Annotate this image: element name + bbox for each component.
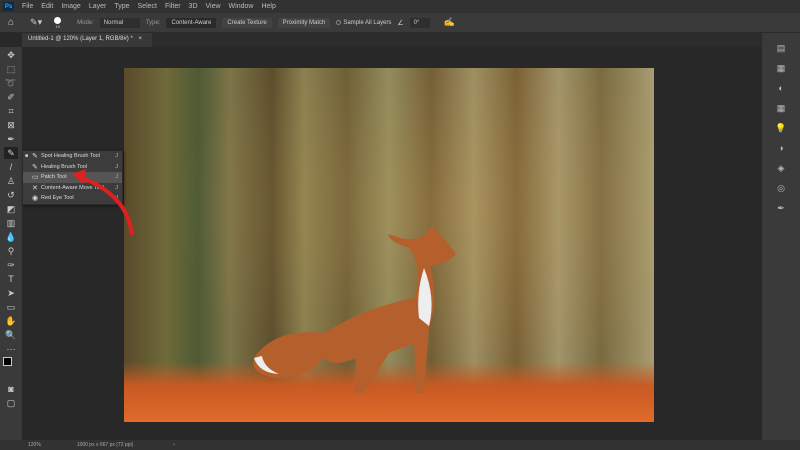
type-label: Type: <box>145 19 161 26</box>
rectangle-tool-icon[interactable]: ▭ <box>4 301 18 313</box>
clone-stamp-tool-icon[interactable]: ♙ <box>4 175 18 187</box>
healing-brush-icon: ✎ <box>32 163 38 171</box>
menu-file[interactable]: File <box>18 3 37 10</box>
document-tab[interactable]: Untitled-1 @ 120% (Layer 1, RGB/8#) * × <box>22 33 152 47</box>
photoshop-logo: Ps <box>3 2 14 11</box>
menu-edit[interactable]: Edit <box>37 3 57 10</box>
fox-photo[interactable] <box>124 68 654 422</box>
channels-panel-icon[interactable]: ◎ <box>775 183 787 193</box>
lasso-tool-icon[interactable]: ➰ <box>4 77 18 89</box>
document-tabs: Untitled-1 @ 120% (Layer 1, RGB/8#) * × <box>22 33 762 47</box>
paths-panel-icon[interactable]: ✒ <box>775 203 787 213</box>
gradient-tool-icon[interactable]: ▥ <box>4 217 18 229</box>
dodge-tool-icon[interactable]: ⚲ <box>4 245 18 257</box>
screen-mode-icon[interactable]: ▢ <box>4 397 18 409</box>
brush-preset[interactable]: 19 <box>54 16 62 29</box>
proximity-match-button[interactable]: Proximity Match <box>277 17 331 28</box>
status-bar: 120% 1000 px x 667 px (72 ppi) › <box>0 440 800 450</box>
menu-help[interactable]: Help <box>257 3 279 10</box>
blur-tool-icon[interactable]: 💧 <box>4 231 18 243</box>
frame-tool-icon[interactable]: ⊠ <box>4 119 18 131</box>
tools-panel: ✥ ⬚ ➰ ✐ ⌗ ⊠ ✒ ✎ / ♙ ↺ ◩ ▥ 💧 ⚲ ✑ T ➤ ▭ ✋ … <box>0 47 22 440</box>
zoom-tool-icon[interactable]: 🔍 <box>4 329 18 341</box>
layers-panel-icon[interactable]: ◈ <box>775 163 787 173</box>
eyedropper-tool-icon[interactable]: ✒ <box>4 133 18 145</box>
history-panel-icon[interactable]: ▤ <box>775 43 787 53</box>
pen-tool-icon[interactable]: ✑ <box>4 259 18 271</box>
angle-icon: ∠ <box>397 19 404 27</box>
fox-image <box>253 226 456 393</box>
quick-select-tool-icon[interactable]: ✐ <box>4 91 18 103</box>
menu-image[interactable]: Image <box>57 3 84 10</box>
move-tool-icon[interactable]: ✥ <box>4 49 18 61</box>
content-aware-button[interactable]: Content-Aware <box>166 17 217 28</box>
annotation-arrow <box>72 169 134 236</box>
eraser-tool-icon[interactable]: ◩ <box>4 203 18 215</box>
spot-healing-brush-icon: ✎ <box>32 153 38 161</box>
hand-tool-icon[interactable]: ✋ <box>4 315 18 327</box>
close-tab-icon[interactable]: × <box>138 36 142 42</box>
more-tools-icon[interactable]: ··· <box>4 343 18 355</box>
zoom-level[interactable]: 120% <box>28 442 41 448</box>
crop-tool-icon[interactable]: ⌗ <box>4 105 18 117</box>
menu-layer[interactable]: Layer <box>85 3 111 10</box>
document-info: 1000 px x 667 px (72 ppi) <box>76 442 134 448</box>
angle-input[interactable]: 0° <box>409 17 430 28</box>
menu-window[interactable]: Window <box>225 3 258 10</box>
patch-icon: ▭ <box>32 174 39 182</box>
history-brush-tool-icon[interactable]: ↺ <box>4 189 18 201</box>
brush-tool-icon[interactable]: / <box>4 161 18 173</box>
menu-select[interactable]: Select <box>134 3 161 10</box>
create-texture-button[interactable]: Create Texture <box>222 17 272 28</box>
status-menu-arrow[interactable]: › <box>173 442 175 448</box>
options-bar: ⌂ ✎▾ 19 Mode: Normal Type: Content-Aware… <box>0 13 800 33</box>
adjustments-panel-icon[interactable]: ◑ <box>775 143 787 153</box>
marquee-tool-icon[interactable]: ⬚ <box>4 63 18 75</box>
tool-preset-icon[interactable]: ✎▾ <box>30 17 42 28</box>
quick-mask-icon[interactable]: ◙ <box>4 383 18 395</box>
menu-bar: Ps File Edit Image Layer Type Select Fil… <box>0 0 800 13</box>
sample-all-layers-checkbox[interactable]: Sample All Layers <box>336 20 391 26</box>
type-tool-icon[interactable]: T <box>4 273 18 285</box>
menu-3d[interactable]: 3D <box>185 3 202 10</box>
color-swatches[interactable] <box>3 357 19 373</box>
path-select-tool-icon[interactable]: ➤ <box>4 287 18 299</box>
mode-select[interactable]: Normal <box>99 17 140 28</box>
menu-type[interactable]: Type <box>110 3 133 10</box>
red-eye-icon: ◉ <box>32 195 39 203</box>
learn-panel-icon[interactable]: 💡 <box>775 123 787 133</box>
mode-label: Mode: <box>77 19 94 26</box>
menu-view[interactable]: View <box>202 3 225 10</box>
menu-filter[interactable]: Filter <box>161 3 185 10</box>
content-aware-move-icon: ✕ <box>32 184 38 192</box>
healing-brush-tool-icon[interactable]: ✎ <box>4 147 18 159</box>
swatches-panel-icon[interactable]: ▦ <box>775 103 787 113</box>
pressure-icon[interactable]: ✍ <box>444 17 455 28</box>
flyout-item-spot-healing[interactable]: ■ ✎ Spot Healing Brush Tool J <box>23 151 122 162</box>
home-icon[interactable]: ⌂ <box>8 17 14 28</box>
color-panel-icon[interactable]: ◐ <box>775 83 787 93</box>
properties-panel-icon[interactable]: ▦ <box>775 63 787 73</box>
right-panel-dock: ▤ ▦ ◐ ▦ 💡 ◑ ◈ ◎ ✒ <box>762 33 800 450</box>
